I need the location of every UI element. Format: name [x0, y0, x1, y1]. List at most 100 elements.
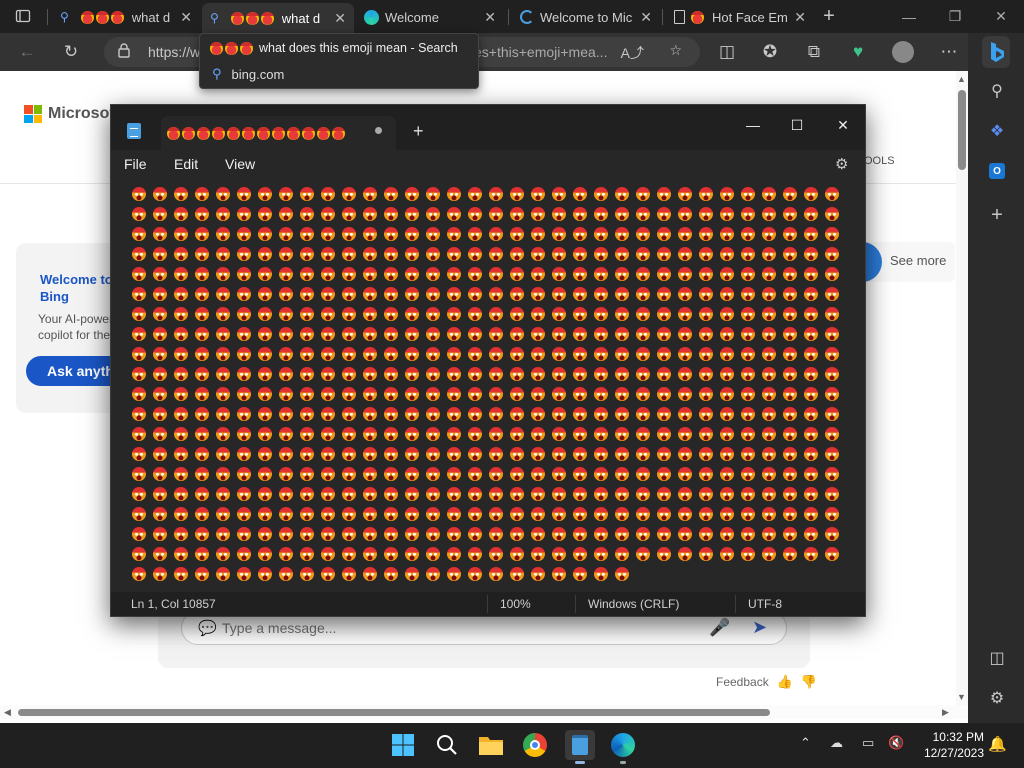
hot-face-emoji [780, 424, 801, 444]
hot-face-emoji [402, 304, 423, 324]
read-aloud-icon[interactable]: A⤴ [621, 43, 644, 63]
file-explorer-icon[interactable] [477, 731, 505, 759]
hot-face-emoji [255, 544, 276, 564]
scroll-left-icon[interactable]: ◀ [4, 707, 11, 718]
tab-hot-face[interactable]: Hot Face Em ✕ [666, 3, 814, 31]
settings-gear-icon[interactable]: ⚙ [835, 155, 848, 173]
notepad-editor[interactable] [111, 180, 865, 592]
see-more-link[interactable]: See more [890, 253, 946, 268]
vertical-scroll-thumb[interactable] [958, 90, 966, 170]
thumbs-down-icon[interactable]: 👎 [801, 674, 817, 690]
search-icon[interactable] [433, 731, 461, 759]
hot-face-emoji [129, 184, 150, 204]
onedrive-icon[interactable]: ☁ [830, 735, 843, 751]
split-screen-icon[interactable]: ◫ [714, 40, 740, 64]
minimize-icon[interactable]: — [731, 110, 775, 140]
hot-face-emoji [570, 284, 591, 304]
back-icon[interactable]: ← [14, 40, 40, 64]
notepad-title-bar[interactable]: + — ☐ ✕ [111, 105, 865, 150]
hot-face-emoji [654, 344, 675, 364]
scroll-right-icon[interactable]: ▶ [942, 707, 949, 718]
taskbar-clock[interactable]: 10:32 PM 12/27/2023 [914, 729, 984, 761]
hot-face-emoji [486, 324, 507, 344]
volume-muted-icon[interactable]: 🔇 [888, 735, 904, 751]
hot-face-emoji [276, 244, 297, 264]
close-tab-icon[interactable]: ✕ [794, 9, 806, 26]
hot-face-emoji [780, 484, 801, 504]
hot-face-emoji [423, 444, 444, 464]
notepad-window[interactable]: + — ☐ ✕ File Edit View ⚙ Ln 1, Col 10857… [110, 104, 866, 617]
encoding[interactable]: UTF-8 [748, 597, 782, 611]
feedback-link[interactable]: Feedback [716, 675, 769, 689]
favorites-icon[interactable]: ✪ [757, 40, 783, 64]
favorite-star-icon[interactable]: ☆ [669, 42, 682, 59]
add-sidebar-app-icon[interactable]: + [984, 202, 1010, 228]
more-options-icon[interactable]: ⋯ [936, 40, 962, 64]
collections-icon[interactable]: ⧉ [801, 40, 827, 64]
close-window-icon[interactable]: ✕ [978, 0, 1024, 33]
outlook-icon[interactable]: O [984, 158, 1010, 184]
hot-face-emoji [360, 524, 381, 544]
display-icon[interactable]: ▭ [862, 735, 874, 751]
tab-welcome-microsoft[interactable]: Welcome to Mic ✕ [512, 3, 660, 31]
hot-face-emoji [759, 464, 780, 484]
show-hidden-icons-icon[interactable]: ⌃ [800, 735, 811, 751]
notepad-icon[interactable] [565, 730, 595, 760]
chrome-icon[interactable] [521, 731, 549, 759]
unsaved-indicator [375, 127, 382, 134]
hot-face-emoji [654, 484, 675, 504]
close-icon[interactable]: ✕ [821, 110, 865, 140]
hot-face-emoji [507, 284, 528, 304]
new-tab-icon[interactable]: + [816, 4, 842, 28]
tools-label[interactable]: OOLS [864, 155, 895, 167]
browser-essentials-icon[interactable]: ♥ [845, 40, 871, 64]
new-tab-icon[interactable]: + [413, 121, 424, 142]
start-icon[interactable] [389, 731, 417, 759]
tab-search-1[interactable]: ⚲ what d ✕ [52, 3, 200, 31]
hot-face-emoji [402, 424, 423, 444]
zoom-level[interactable]: 100% [500, 597, 531, 611]
maximize-icon[interactable]: ☐ [775, 110, 819, 140]
profile-avatar-icon[interactable] [890, 40, 916, 64]
menu-file[interactable]: File [124, 156, 147, 172]
hot-face-emoji [801, 304, 822, 324]
copilot-icon[interactable]: ❖ [984, 118, 1010, 144]
menu-edit[interactable]: Edit [174, 156, 198, 172]
hot-face-emoji [381, 384, 402, 404]
tab-search-2[interactable]: ⚲ what d ✕ [202, 3, 354, 33]
hot-face-emoji [507, 544, 528, 564]
bing-chat-button[interactable] [982, 36, 1010, 68]
hot-face-emoji [612, 224, 633, 244]
scroll-down-icon[interactable]: ▼ [957, 692, 966, 702]
hide-sidebar-icon[interactable]: ◫ [984, 645, 1010, 671]
menu-view[interactable]: View [225, 156, 255, 172]
hot-face-emoji [822, 444, 843, 464]
thumbs-up-icon[interactable]: 👍 [777, 674, 793, 690]
hot-face-emoji [717, 304, 738, 324]
notepad-tab[interactable] [161, 116, 396, 150]
edge-icon[interactable] [609, 731, 637, 759]
hot-face-emoji [591, 424, 612, 444]
close-tab-icon[interactable]: ✕ [180, 9, 192, 26]
restore-icon[interactable]: ❐ [932, 0, 978, 33]
close-tab-icon[interactable]: ✕ [640, 9, 652, 26]
tab-actions-icon[interactable] [10, 4, 36, 28]
notification-bell-icon[interactable]: 🔔 [988, 735, 1007, 753]
tab-welcome[interactable]: Welcome ✕ [356, 3, 504, 31]
sidebar-settings-icon[interactable]: ⚙ [984, 685, 1010, 711]
hot-face-emoji [591, 244, 612, 264]
hot-face-emoji [780, 404, 801, 424]
close-tab-icon[interactable]: ✕ [334, 10, 346, 27]
refresh-icon[interactable]: ↻ [58, 40, 84, 64]
horizontal-scroll-thumb[interactable] [18, 709, 770, 716]
scroll-up-icon[interactable]: ▲ [957, 74, 966, 84]
hot-face-emoji [192, 464, 213, 484]
search-icon[interactable]: ⚲ [984, 78, 1010, 104]
send-icon[interactable]: ➤ [752, 617, 767, 638]
microphone-icon[interactable]: 🎤 [709, 618, 730, 638]
hot-face-emoji [675, 504, 696, 524]
minimize-icon[interactable]: — [886, 0, 932, 33]
hot-face-emoji [444, 504, 465, 524]
line-ending[interactable]: Windows (CRLF) [588, 597, 679, 611]
close-tab-icon[interactable]: ✕ [484, 9, 496, 26]
